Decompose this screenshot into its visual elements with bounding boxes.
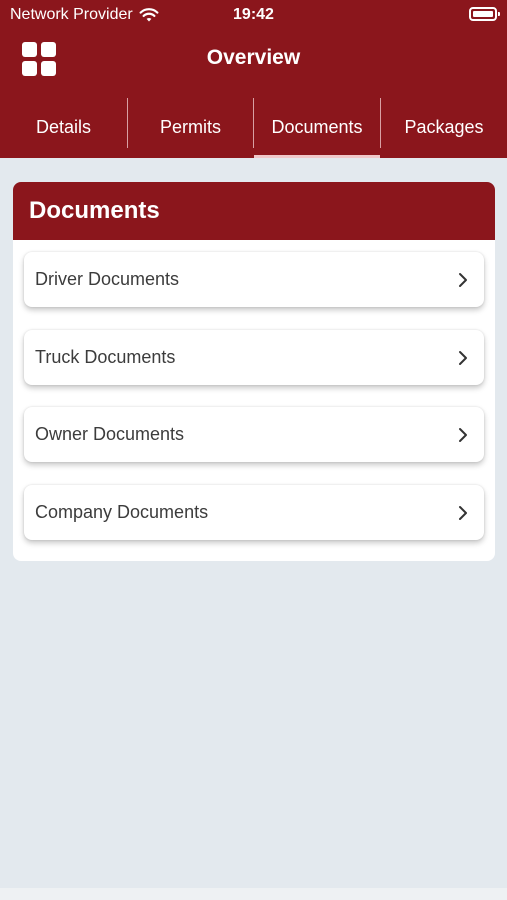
tab-label: Permits <box>159 117 221 137</box>
app-header: Network Provider 19:42 Overview Details … <box>0 0 507 158</box>
active-tab-indicator <box>254 155 380 158</box>
list-item-label: Company Documents <box>35 502 209 522</box>
truck-documents-row[interactable]: Truck Documents <box>24 330 484 385</box>
battery-icon <box>469 7 500 21</box>
chevron-right-icon <box>459 427 467 442</box>
page-title: Overview <box>206 46 301 69</box>
tab-label: Packages <box>404 117 484 137</box>
list-item-label: Owner Documents <box>35 424 185 444</box>
status-bar: Network Provider 19:42 <box>0 0 507 30</box>
chevron-right-icon <box>459 350 467 365</box>
documents-card: Documents Driver Documents Truck Documen… <box>13 182 495 561</box>
status-time: 19:42 <box>233 6 274 23</box>
battery-fill <box>473 11 493 17</box>
list-item-label: Driver Documents <box>35 269 180 289</box>
tab-documents[interactable]: Documents <box>254 97 380 158</box>
driver-documents-row[interactable]: Driver Documents <box>24 252 484 307</box>
chevron-right-icon <box>459 505 467 520</box>
bottom-safe-area <box>0 888 507 900</box>
tab-details[interactable]: Details <box>0 97 127 158</box>
owner-documents-row[interactable]: Owner Documents <box>24 407 484 462</box>
tab-label: Details <box>35 117 92 137</box>
chevron-right-icon <box>459 272 467 287</box>
list-item-label: Truck Documents <box>35 347 176 367</box>
tab-bar: Details Permits Documents Packages <box>0 97 507 158</box>
tab-packages[interactable]: Packages <box>381 97 507 158</box>
tab-label: Documents <box>271 117 363 137</box>
documents-card-title: Documents <box>13 182 495 240</box>
company-documents-row[interactable]: Company Documents <box>24 485 484 540</box>
tab-permits[interactable]: Permits <box>128 97 253 158</box>
battery-nub <box>498 12 500 16</box>
